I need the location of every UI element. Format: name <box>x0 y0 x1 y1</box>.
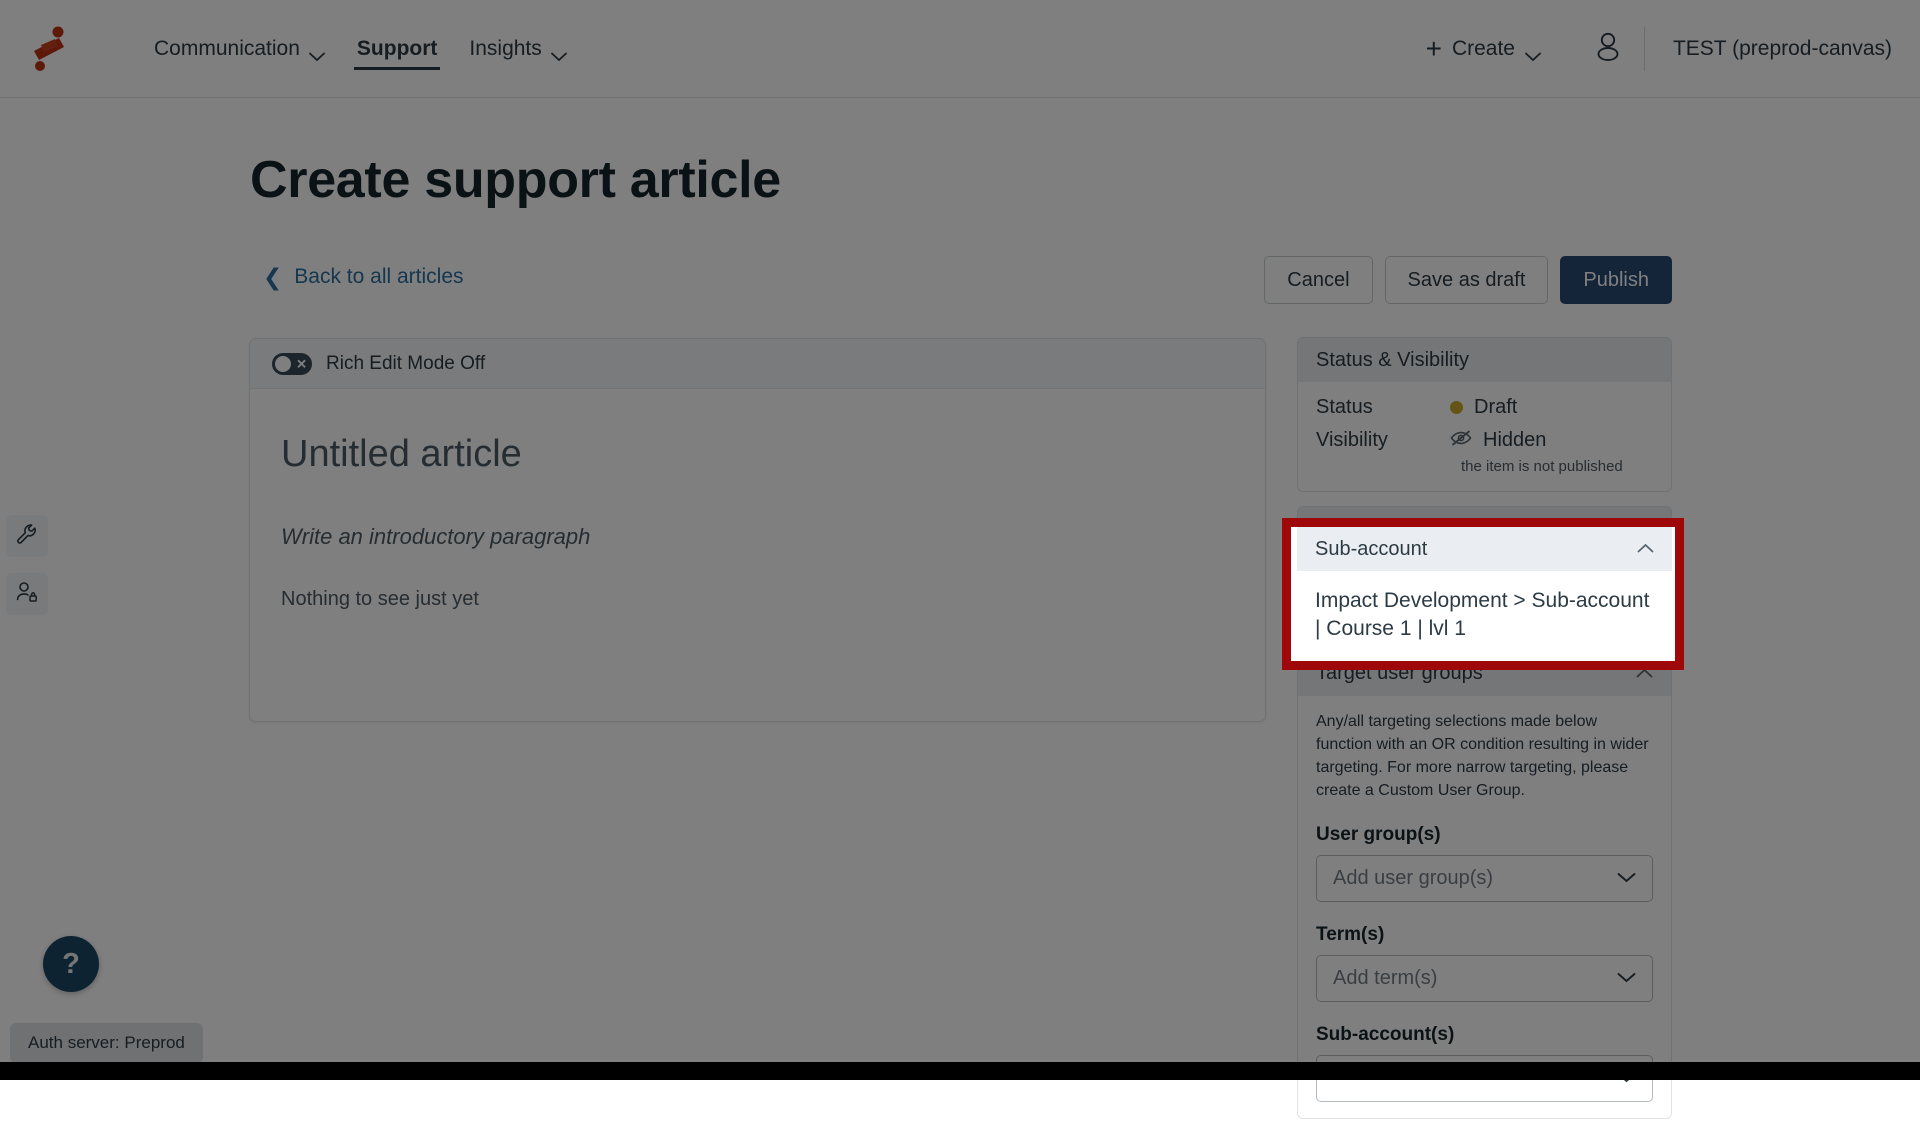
visibility-value-group: Hidden <box>1450 429 1546 452</box>
auth-server-badge: Auth server: Preprod <box>10 1023 203 1063</box>
editor-toolbar: ✕ Rich Edit Mode Off <box>250 339 1265 389</box>
eye-slash-icon <box>1450 429 1472 452</box>
plus-icon: + <box>1426 39 1442 59</box>
status-value-group: Draft <box>1450 396 1517 419</box>
toggle-off-icon: ✕ <box>296 357 307 370</box>
nav-item-communication[interactable]: Communication <box>138 0 341 97</box>
subaccount-panel-header-highlighted[interactable]: Sub-account <box>1297 527 1672 571</box>
status-dot-icon <box>1450 401 1463 414</box>
visibility-label: Visibility <box>1316 429 1450 452</box>
subaccount-highlight-content: Sub-account Impact Development > Sub-acc… <box>1297 527 1672 662</box>
back-link-label: Back to all articles <box>294 265 463 289</box>
chevron-down-icon <box>1617 870 1636 888</box>
page-title: Create support article <box>250 150 781 210</box>
status-visibility-panel: Status & Visibility Status Draft Visibil… <box>1297 337 1672 492</box>
status-visibility-panel-header[interactable]: Status & Visibility <box>1298 338 1671 382</box>
user-lock-icon <box>15 580 39 609</box>
nav-right-cluster: + Create TEST (preprod-canvas) <box>1407 0 1920 97</box>
nav-item-label: Support <box>357 37 437 61</box>
visibility-value: Hidden <box>1483 429 1546 452</box>
wrench-icon <box>15 522 39 551</box>
environment-label: TEST (preprod-canvas) <box>1645 37 1892 61</box>
article-body-empty-note: Nothing to see just yet <box>281 588 1265 611</box>
visibility-sub-note: the item is not published <box>1461 458 1653 475</box>
chevron-left-icon: ❮ <box>263 267 282 288</box>
publish-button[interactable]: Publish <box>1560 256 1672 304</box>
chevron-down-icon <box>551 44 567 54</box>
status-label: Status <box>1316 396 1450 419</box>
action-buttons: Cancel Save as draft Publish <box>1264 256 1672 304</box>
article-intro-field[interactable]: Write an introductory paragraph <box>281 524 1265 550</box>
rail-item-tools[interactable] <box>6 515 48 557</box>
panel-title: Sub-account <box>1315 538 1427 561</box>
create-button[interactable]: + Create <box>1407 26 1560 72</box>
visibility-row: Visibility Hidden <box>1316 429 1653 452</box>
primary-nav: Communication Support Insights <box>138 0 583 97</box>
terms-field-label: Term(s) <box>1316 924 1653 946</box>
cancel-button[interactable]: Cancel <box>1264 256 1372 304</box>
rich-edit-mode-toggle[interactable]: ✕ <box>272 353 312 375</box>
target-user-groups-description: Any/all targeting selections made below … <box>1316 710 1653 803</box>
user-groups-select[interactable]: Add user group(s) <box>1316 855 1653 902</box>
nav-item-label: Communication <box>154 37 300 61</box>
terms-select[interactable]: Add term(s) <box>1316 955 1653 1002</box>
nav-item-insights[interactable]: Insights <box>453 0 582 97</box>
subaccount-highlight-box: Sub-account Impact Development > Sub-acc… <box>1282 518 1684 670</box>
user-groups-field-label: User group(s) <box>1316 824 1653 846</box>
target-user-groups-panel: Target user groups Any/all targeting sel… <box>1297 651 1672 1120</box>
help-button[interactable]: ? <box>43 936 99 992</box>
nav-item-label: Insights <box>469 37 541 61</box>
bottom-band <box>0 1062 1920 1080</box>
status-row: Status Draft <box>1316 396 1653 419</box>
question-mark-icon: ? <box>62 948 80 981</box>
article-settings-sidebar: Status & Visibility Status Draft Visibil… <box>1297 337 1672 1127</box>
create-button-label: Create <box>1452 37 1515 61</box>
save-as-draft-button[interactable]: Save as draft <box>1385 256 1549 304</box>
article-editor-card: ✕ Rich Edit Mode Off Untitled article Wr… <box>249 338 1266 722</box>
rich-edit-mode-label: Rich Edit Mode Off <box>326 353 485 375</box>
rail-item-impersonate[interactable] <box>6 573 48 615</box>
chevron-down-icon <box>1525 44 1541 54</box>
left-rail <box>6 515 48 615</box>
user-icon[interactable] <box>1594 31 1622 66</box>
panel-title: Status & Visibility <box>1316 349 1469 372</box>
terms-placeholder: Add term(s) <box>1333 967 1437 990</box>
subaccount-panel-highlighted: Sub-account Impact Development > Sub-acc… <box>1297 527 1672 662</box>
editor-body[interactable]: Untitled article Write an introductory p… <box>250 389 1265 611</box>
subaccounts-field-label: Sub-account(s) <box>1316 1024 1653 1046</box>
article-title-field[interactable]: Untitled article <box>281 433 1265 476</box>
brand-logo-icon[interactable] <box>22 21 78 77</box>
status-value: Draft <box>1474 396 1517 419</box>
nav-item-support[interactable]: Support <box>341 0 453 97</box>
target-user-groups-panel-body: Any/all targeting selections made below … <box>1298 696 1671 1119</box>
chevron-down-icon <box>1617 970 1636 988</box>
subaccount-value-highlighted: Impact Development > Sub-account | Cours… <box>1297 571 1672 662</box>
toggle-knob <box>275 356 291 372</box>
status-visibility-panel-body: Status Draft Visibility <box>1298 382 1671 491</box>
back-to-all-articles-link[interactable]: ❮ Back to all articles <box>263 265 464 289</box>
chevron-up-icon[interactable] <box>1637 540 1654 558</box>
chevron-down-icon <box>309 44 325 54</box>
top-navigation: Communication Support Insights + Create <box>0 0 1920 98</box>
user-groups-placeholder: Add user group(s) <box>1333 867 1493 890</box>
